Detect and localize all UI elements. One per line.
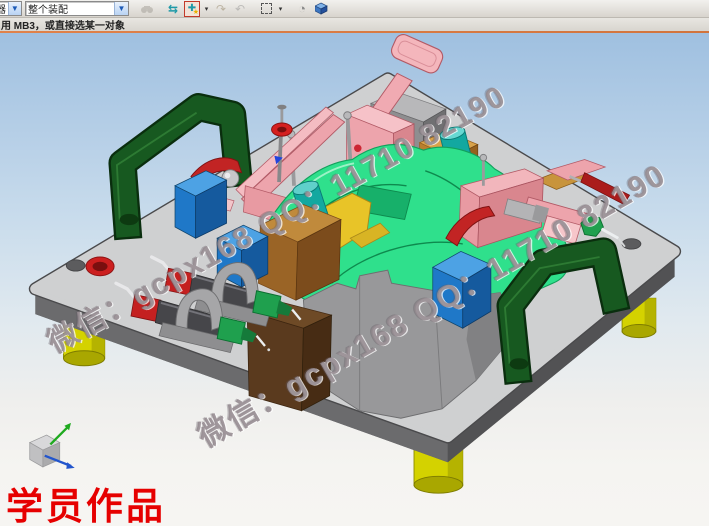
selection-filter-value: 器	[0, 1, 8, 16]
status-prompt-bar: 用 MB3，或直接选某一对象	[0, 18, 709, 31]
binoculars-icon[interactable]	[139, 1, 155, 17]
selection-scope-combo[interactable]: 整个装配 ▼	[25, 1, 129, 16]
star-glyph: ★	[193, 8, 199, 16]
move-component-dropdown-icon[interactable]: ▾	[203, 5, 210, 13]
selection-scope-value: 整个装配	[26, 1, 114, 16]
selection-scope-dropdown-icon[interactable]: ▼	[114, 2, 128, 15]
selection-filter-combo[interactable]: 器 ▼	[0, 1, 22, 16]
rotate-cw-icon[interactable]: ↷	[213, 1, 229, 17]
swap-arrows-icon[interactable]: ⇆	[165, 1, 181, 17]
fixture-3d-scene[interactable]	[0, 33, 709, 526]
cad-application-window: 器 ▼ 整个装配 ▼ ⇆ ✚ ★ ▾ ↷ ↶ ▾ ◔ 用 MB3，或直接选某一对…	[0, 0, 709, 526]
iso-view-cube-icon[interactable]	[313, 1, 329, 17]
rotate-arrow-icon[interactable]: ↶	[232, 1, 248, 17]
orbit-sphere-icon[interactable]: ◔	[294, 1, 310, 17]
assembly-toolbar: 器 ▼ 整个装配 ▼ ⇆ ✚ ★ ▾ ↷ ↶ ▾ ◔	[0, 0, 709, 18]
prompt-text: 用 MB3，或直接选某一对象	[1, 17, 125, 32]
blue-block-right[interactable]	[433, 251, 491, 328]
marquee-dropdown-icon[interactable]: ▾	[277, 5, 284, 13]
marquee-select-icon[interactable]	[258, 1, 274, 17]
move-component-icon[interactable]: ✚ ★	[184, 1, 200, 17]
graphics-viewport[interactable]: 微信：gcpx168 QQ：11710 82190 微信：gcpx168 QQ：…	[0, 33, 709, 526]
selection-filter-dropdown-icon[interactable]: ▼	[8, 2, 21, 15]
coordinate-triad	[30, 423, 75, 469]
student-work-caption: 学员作品	[6, 476, 166, 526]
